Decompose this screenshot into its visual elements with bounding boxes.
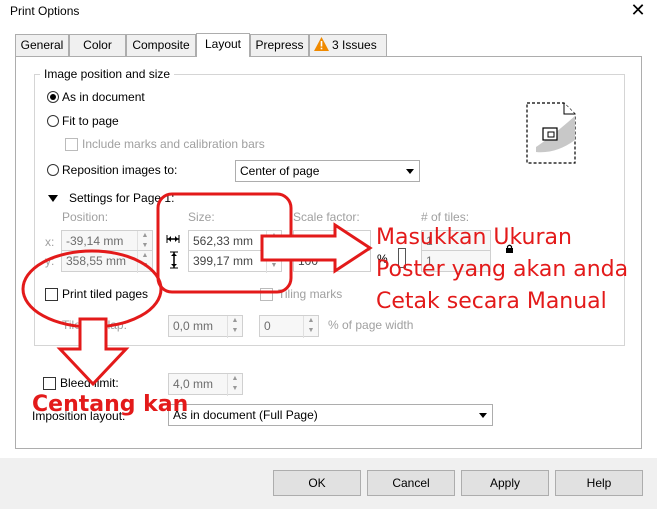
- annotation-overlay: [21, 192, 373, 387]
- annotation-line1: Masukkan Ukuran: [376, 225, 572, 250]
- annotation-centang: Centang kan: [32, 392, 189, 417]
- annotation-ellipse: [21, 249, 163, 329]
- tab-layout[interactable]: Layout: [196, 33, 250, 57]
- annotation-line3: Cetak secara Manual: [376, 289, 607, 314]
- annotation-line2: Poster yang akan anda: [376, 257, 629, 282]
- annotation-right-arrow: [260, 222, 373, 274]
- annotation-down-arrow: [56, 317, 130, 387]
